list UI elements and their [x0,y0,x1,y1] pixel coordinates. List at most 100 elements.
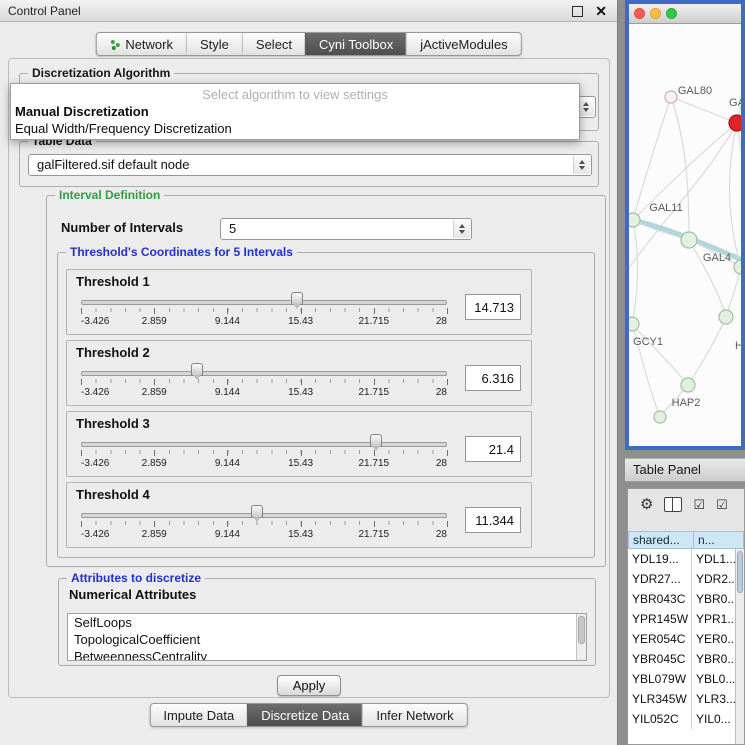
zoom-traffic-light-icon[interactable] [666,8,677,19]
slider-thumb[interactable] [291,292,303,305]
table-row[interactable]: YBL079WYBL0... [628,669,744,689]
table-cell: YDR27... [628,569,692,589]
tick-mark [301,379,302,385]
combo-stepper-icon [573,156,590,174]
table-scrollbar-thumb[interactable] [737,551,743,593]
tick-mark [447,521,448,527]
list-scrollbar[interactable] [576,614,586,660]
threshold-label: Threshold 4 [76,487,150,502]
threshold-slider[interactable]: -3.4262.8599.14415.4321.71528 [77,503,451,545]
tick-label: 28 [436,316,447,327]
network-node-normal[interactable] [681,378,695,392]
table-row[interactable]: YLR345WYLR3... [628,689,744,709]
node-label: GAL80 [678,85,712,97]
table-scrollbar[interactable] [735,549,744,744]
tick-label: 28 [436,529,447,540]
network-node-normal[interactable] [654,411,666,423]
table-row[interactable]: YBR045CYBR0... [628,649,744,669]
table-data-combo[interactable]: galFiltered.sif default node [28,154,592,176]
column-header-shared-name[interactable]: shared... [628,531,694,549]
slider-thumb[interactable] [191,363,203,376]
network-edge[interactable] [730,86,741,267]
column-header-name[interactable]: n... [694,531,744,549]
network-edge[interactable] [737,123,741,267]
list-item[interactable]: SelfLoops [68,614,586,631]
network-node-normal[interactable] [629,317,639,331]
threshold-slider[interactable]: -3.4262.8599.14415.4321.71528 [77,432,451,474]
list-item[interactable]: BetweennessCentrality [68,648,586,661]
table-cell: YBR043C [628,589,692,609]
tick-mark [227,450,228,456]
tab-jactivemodules[interactable]: jActiveModules [406,33,520,55]
list-scrollbar-thumb[interactable] [578,616,585,644]
threshold-value-input[interactable]: 21.4 [465,436,521,462]
slider-thumb[interactable] [251,505,263,518]
network-node-selected[interactable] [729,115,741,131]
network-node-normal[interactable] [681,232,697,248]
float-window-icon[interactable] [572,6,583,17]
control-panel-title: Control Panel [8,4,81,18]
numerical-attributes-list[interactable]: SelfLoopsTopologicalCoefficientBetweenne… [67,613,587,661]
dropdown-option-equal-width-frequency[interactable]: Equal Width/Frequency Discretization [11,120,579,137]
threshold-value-input[interactable]: 14.713 [465,294,521,320]
threshold-value-input[interactable]: 11.344 [465,507,521,533]
network-node-normal[interactable] [629,213,640,227]
tab-label: Infer Network [376,708,453,723]
table-row[interactable]: YER054CYER0... [628,629,744,649]
table-panel-title: Table Panel [633,462,701,477]
network-node-normal[interactable] [719,310,733,324]
number-of-intervals-combo[interactable]: 5 [220,218,472,240]
network-node-plain[interactable] [665,91,677,103]
tab-select[interactable]: Select [242,33,305,55]
close-traffic-light-icon[interactable] [634,8,645,19]
discretization-algorithm-group-title: Discretization Algorithm [28,66,174,80]
tab-label: Impute Data [163,708,234,723]
tab-network[interactable]: Network [96,33,186,55]
tick-mark [154,521,155,527]
dropdown-option-manual-discretization[interactable]: Manual Discretization [11,103,579,120]
interval-definition-group-title: Interval Definition [55,188,164,202]
network-edge[interactable] [688,317,726,385]
tick-label: 28 [436,387,447,398]
network-canvas[interactable]: GAL80GAGAL11GAL4GCY1HHAP2 [629,24,741,446]
slider-thumb[interactable] [370,434,382,447]
table-row[interactable]: YPR145WYPR1... [628,609,744,629]
tab-discretize-data[interactable]: Discretize Data [247,704,362,726]
list-item[interactable]: TopologicalCoefficient [68,631,586,648]
tab-label: Network [125,37,173,52]
table-row[interactable]: YIL052CYIL0... [628,709,744,729]
gear-icon[interactable]: ⚙ [640,497,653,512]
select-checkbox-icon[interactable]: ☑ [693,498,705,511]
tick-label: 15.43 [288,387,313,398]
close-icon[interactable]: ✕ [595,0,607,22]
table-row[interactable]: YDR27...YDR2... [628,569,744,589]
tick-label: 15.43 [288,529,313,540]
tab-cyni-toolbox[interactable]: Cyni Toolbox [305,33,406,55]
node-label: GAL4 [703,252,731,264]
network-node-normal[interactable] [734,260,741,274]
network-edge[interactable] [632,220,638,324]
threshold-slider[interactable]: -3.4262.8599.14415.4321.71528 [77,290,451,332]
network-edge[interactable] [671,97,689,240]
table-cell: YPR145W [628,609,692,629]
tick-label: 9.144 [215,387,240,398]
table-row[interactable]: YDL19...YDL1... [628,549,744,569]
edit-checkbox-icon[interactable]: ☑ [716,498,728,511]
network-icon [109,39,120,50]
columns-icon[interactable] [664,497,682,512]
network-edge[interactable] [726,267,741,317]
minimize-traffic-light-icon[interactable] [650,8,661,19]
tab-infer-network[interactable]: Infer Network [362,704,466,726]
network-edge[interactable] [671,97,737,123]
table-row[interactable]: YBR043CYBR0... [628,589,744,609]
tick-mark [447,379,448,385]
tab-style[interactable]: Style [186,33,242,55]
tab-label: Cyni Toolbox [319,37,393,52]
threshold-value-input[interactable]: 6.316 [465,365,521,391]
tab-impute-data[interactable]: Impute Data [150,704,247,726]
tick-label: 21.715 [359,458,390,469]
threshold-panel-4: Threshold 4-3.4262.8599.14415.4321.71528… [66,482,532,548]
tick-label: 9.144 [215,458,240,469]
threshold-slider[interactable]: -3.4262.8599.14415.4321.71528 [77,361,451,403]
apply-button[interactable]: Apply [277,675,341,696]
